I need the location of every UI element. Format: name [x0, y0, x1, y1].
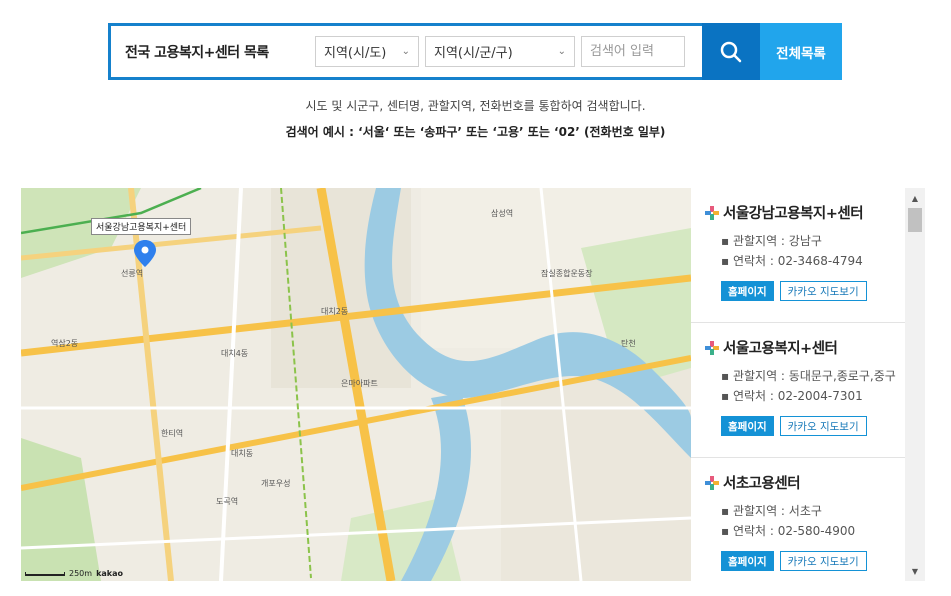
list-item: 서울고용복지+센터 ▪ 관할지역 : 동대문구,종로구,중구 ▪ 연락처 : 0… [691, 323, 905, 458]
center-area-text: 관할지역 : 서초구 [732, 504, 822, 518]
list-item: 서초고용센터 ▪ 관할지역 : 서초구 ▪ 연락처 : 02-580-4900 … [691, 458, 905, 581]
center-name-text: 서울고용복지+센터 [723, 341, 838, 357]
center-list: 서울강남고용복지+센터 ▪ 관할지역 : 강남구 ▪ 연락처 : 02-3468… [691, 188, 905, 581]
map-marker-label[interactable]: 서울강남고용복지+센터 [91, 218, 192, 235]
region-select[interactable]: 지역(시/도) ⌄ [315, 36, 419, 67]
center-phone: ▪ 연락처 : 02-3468-4794 [721, 254, 863, 268]
list-item: 서울강남고용복지+센터 ▪ 관할지역 : 강남구 ▪ 연락처 : 02-3468… [691, 188, 905, 323]
scroll-thumb[interactable] [908, 208, 922, 232]
center-phone-text: 연락처 : 02-580-4900 [732, 524, 856, 538]
search-example: 검색어 예시 : ‘서울‘ 또는 ‘송파구’ 또는 ‘고용’ 또는 ‘02’ (… [285, 125, 666, 139]
center-name[interactable]: 서울강남고용복지+센터 [705, 202, 905, 223]
map-label: 개포우성 [261, 479, 291, 488]
center-area-text: 관할지역 : 동대문구,종로구,중구 [732, 369, 896, 383]
plus-icon [705, 205, 719, 220]
center-area: ▪ 관할지역 : 강남구 [721, 234, 822, 248]
chevron-down-icon: ⌄ [401, 46, 410, 57]
map-label: 선릉역 [121, 269, 144, 278]
map-label: 역삼2동 [51, 339, 79, 348]
district-select-label: 지역(시/군/구) [434, 46, 513, 61]
center-name[interactable]: 서초고용센터 [705, 472, 905, 493]
map-label: 대치4동 [221, 349, 249, 358]
map-label: 도곡역 [216, 497, 239, 506]
scale-text: 250m [69, 569, 93, 578]
center-name-text: 서울강남고용복지+센터 [723, 206, 864, 222]
map-label: 한티역 [161, 429, 184, 438]
center-area: ▪ 관할지역 : 동대문구,종로구,중구 [721, 369, 896, 383]
map-label: 은마아파트 [341, 379, 378, 388]
center-phone: ▪ 연락처 : 02-2004-7301 [721, 389, 863, 403]
search-description: 시도 및 시군구, 센터명, 관할지역, 전화번호를 통합하여 검색합니다. [305, 99, 646, 113]
chevron-down-icon: ⌄ [557, 46, 566, 57]
search-bar: 전국 고용복지+센터 목록 지역(시/도) ⌄ 지역(시/군/구) ⌄ 전체목록 [108, 23, 842, 80]
search-icon [720, 41, 742, 62]
search-input[interactable] [581, 36, 685, 67]
center-area: ▪ 관할지역 : 서초구 [721, 504, 822, 518]
region-select-label: 지역(시/도) [324, 46, 387, 61]
map-label: 대치2동 [321, 307, 349, 316]
homepage-button[interactable]: 홈페이지 [721, 551, 774, 571]
all-list-button[interactable]: 전체목록 [760, 23, 842, 80]
map-label: 탄천 [621, 339, 636, 348]
center-phone-text: 연락처 : 02-2004-7301 [732, 389, 863, 403]
map-label: 잠실종합운동장 [541, 269, 593, 278]
homepage-button[interactable]: 홈페이지 [721, 416, 774, 436]
district-select[interactable]: 지역(시/군/구) ⌄ [425, 36, 575, 67]
map[interactable]: 서울강남고용복지+센터 선릉역 대치4동 대치동 한티역 도곡역 삼성역 잠실종… [21, 188, 691, 581]
center-name-text: 서초고용센터 [723, 476, 801, 492]
center-name[interactable]: 서울고용복지+센터 [705, 337, 905, 358]
search-title: 전국 고용복지+센터 목록 [125, 44, 269, 61]
center-phone: ▪ 연락처 : 02-580-4900 [721, 524, 856, 538]
kakao-map-button[interactable]: 카카오 지도보기 [779, 416, 867, 436]
scale-bar [25, 571, 65, 576]
scroll-down-icon[interactable]: ▼ [905, 563, 925, 579]
plus-icon [705, 340, 719, 355]
kakao-map-button[interactable]: 카카오 지도보기 [779, 281, 867, 301]
list-scrollbar[interactable]: ▲ ▼ [905, 188, 925, 581]
center-area-text: 관할지역 : 강남구 [732, 234, 822, 248]
map-label: 삼성역 [491, 209, 514, 218]
map-attribution: kakao [96, 569, 123, 578]
search-button[interactable] [702, 23, 760, 80]
homepage-button[interactable]: 홈페이지 [721, 281, 774, 301]
kakao-map-button[interactable]: 카카오 지도보기 [779, 551, 867, 571]
center-phone-text: 연락처 : 02-3468-4794 [732, 254, 863, 268]
map-scale: 250m kakao [25, 569, 123, 578]
map-label: 대치동 [231, 449, 254, 458]
scroll-up-icon[interactable]: ▲ [905, 190, 925, 206]
plus-icon [705, 475, 719, 490]
